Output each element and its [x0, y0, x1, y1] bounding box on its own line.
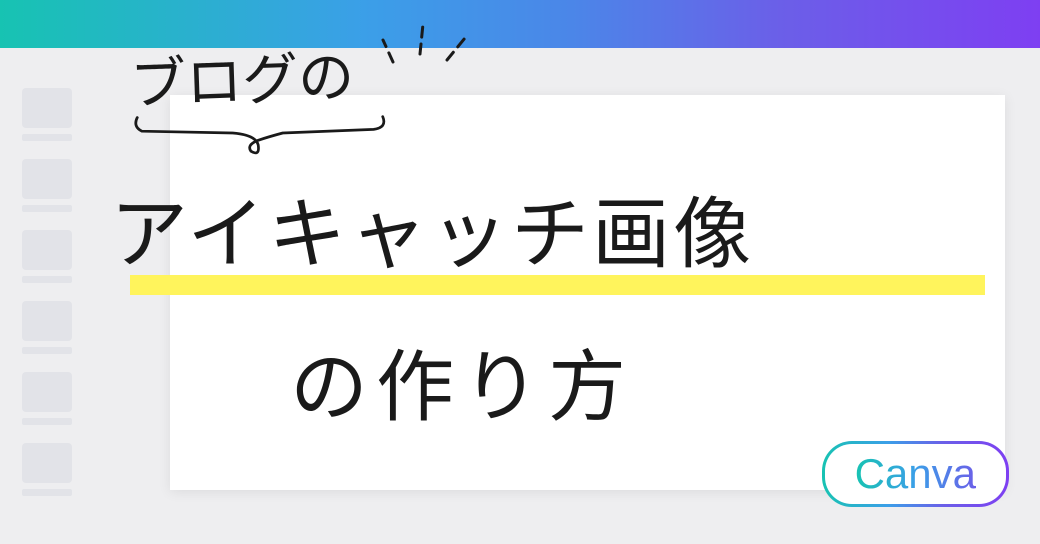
- sidebar-block-icon: [22, 443, 72, 483]
- sidebar-line-icon: [22, 276, 72, 283]
- sidebar-item: [22, 301, 72, 354]
- sidebar-item: [22, 372, 72, 425]
- handwriting-top-label: ブログの: [129, 32, 356, 121]
- sidebar-line-icon: [22, 418, 72, 425]
- canva-badge: Canva: [822, 441, 1009, 507]
- sidebar-block-icon: [22, 372, 72, 412]
- bracket-decoration-icon: [110, 113, 410, 163]
- sidebar-placeholder: [22, 88, 72, 496]
- sidebar-item: [22, 88, 72, 141]
- sidebar-item: [22, 443, 72, 496]
- sidebar-block-icon: [22, 88, 72, 128]
- sidebar-line-icon: [22, 134, 72, 141]
- subtitle-text: の作り方: [290, 325, 634, 437]
- sidebar-line-icon: [22, 489, 72, 496]
- sidebar-line-icon: [22, 347, 72, 354]
- sidebar-block-icon: [22, 159, 72, 199]
- sidebar-block-icon: [22, 230, 72, 270]
- canva-badge-label: Canva: [855, 450, 976, 497]
- main-title-text: アイキャッチ画像: [110, 172, 754, 284]
- sidebar-item: [22, 230, 72, 283]
- sidebar-block-icon: [22, 301, 72, 341]
- sidebar-item: [22, 159, 72, 212]
- sparkle-decoration-icon: [375, 2, 495, 72]
- sidebar-line-icon: [22, 205, 72, 212]
